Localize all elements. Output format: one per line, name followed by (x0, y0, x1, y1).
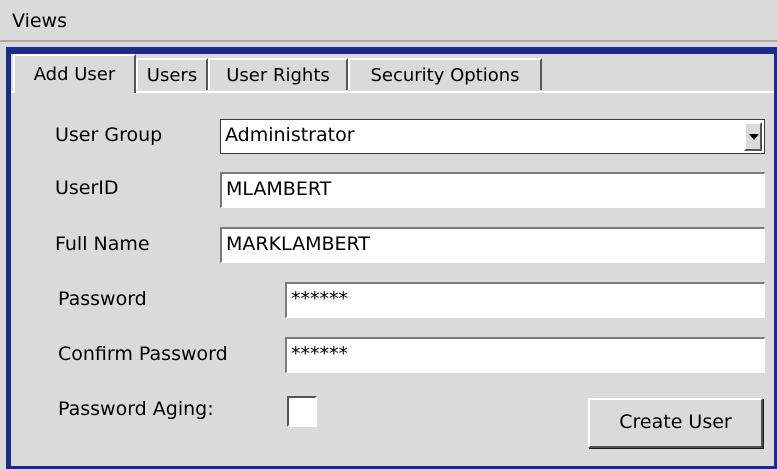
full-name-label: Full Name (55, 233, 150, 255)
views-title: Views (12, 10, 67, 32)
tab-security-options[interactable]: Security Options (348, 58, 542, 90)
password-aging-label: Password Aging: (58, 398, 214, 420)
user-group-select[interactable]: Administrator (220, 119, 765, 154)
password-aging-checkbox[interactable] (287, 396, 317, 427)
password-label: Password (58, 288, 147, 310)
password-input[interactable]: ****** (285, 282, 765, 318)
confirm-password-input[interactable]: ****** (285, 337, 765, 373)
tab-add-user[interactable]: Add User (13, 54, 136, 93)
create-user-button[interactable]: Create User (588, 398, 763, 448)
user-group-label: User Group (55, 124, 163, 146)
tab-strip: Add User Users User Rights Security Opti… (11, 54, 774, 93)
user-id-label: UserID (55, 177, 119, 199)
full-name-input[interactable]: MARKLAMBERT (220, 227, 765, 263)
confirm-password-label: Confirm Password (58, 343, 228, 365)
views-header: Views (0, 0, 777, 42)
tab-user-rights[interactable]: User Rights (208, 58, 348, 90)
tab-users[interactable]: Users (136, 58, 208, 90)
user-group-value: Administrator (221, 120, 764, 153)
user-id-input[interactable]: MLAMBERT (220, 172, 765, 208)
chevron-down-icon[interactable] (744, 122, 762, 151)
